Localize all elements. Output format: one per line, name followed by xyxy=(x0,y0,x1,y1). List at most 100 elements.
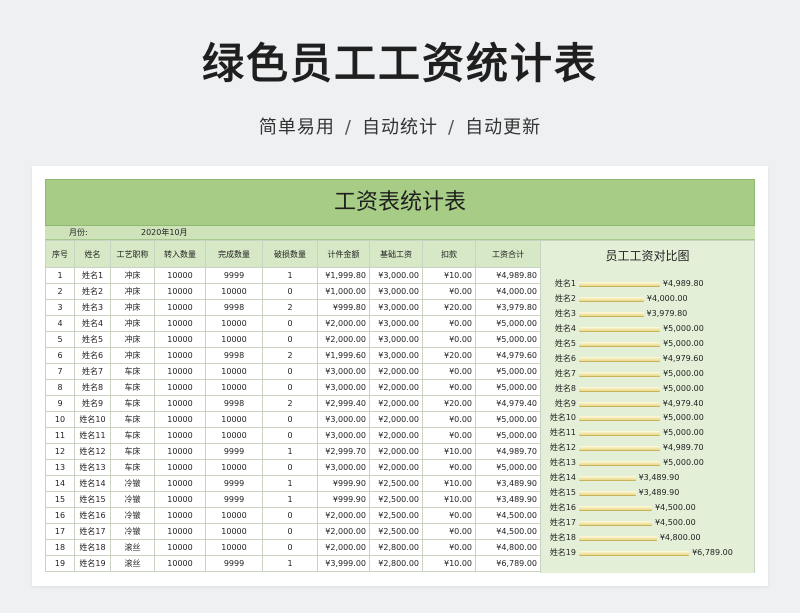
table-cell[interactable]: ¥2,000.00 xyxy=(369,411,423,428)
table-cell[interactable]: 9999 xyxy=(205,443,263,460)
table-cell[interactable]: 10000 xyxy=(154,539,206,556)
table-cell[interactable]: 冷镦 xyxy=(110,523,155,540)
table-cell[interactable]: 10000 xyxy=(154,523,206,540)
table-cell[interactable]: 10000 xyxy=(154,283,206,300)
month-value[interactable]: 2020年10月 xyxy=(141,226,188,239)
table-cell[interactable]: ¥999.90 xyxy=(317,491,370,508)
table-cell[interactable]: 13 xyxy=(45,459,75,476)
table-cell[interactable]: ¥3,000.00 xyxy=(317,427,370,444)
table-cell[interactable]: ¥2,000.00 xyxy=(369,459,423,476)
table-cell[interactable]: 车床 xyxy=(110,363,155,380)
table-cell[interactable]: ¥2,000.00 xyxy=(317,523,370,540)
table-cell[interactable]: 10000 xyxy=(205,411,263,428)
table-cell[interactable]: ¥0.00 xyxy=(422,523,476,540)
table-cell[interactable]: ¥1,000.00 xyxy=(317,283,370,300)
table-cell[interactable]: 9999 xyxy=(205,491,263,508)
table-cell[interactable]: ¥2,000.00 xyxy=(317,539,370,556)
table-cell[interactable]: ¥2,000.00 xyxy=(369,363,423,380)
table-cell[interactable]: 10000 xyxy=(154,427,206,444)
table-cell[interactable]: 9998 xyxy=(205,299,263,316)
table-cell[interactable]: 0 xyxy=(262,331,318,348)
table-cell[interactable]: 10000 xyxy=(154,459,206,476)
table-cell[interactable]: ¥2,800.00 xyxy=(369,539,423,556)
table-cell[interactable]: ¥3,000.00 xyxy=(369,299,423,316)
table-cell[interactable]: 11 xyxy=(45,427,75,444)
table-cell[interactable]: ¥5,000.00 xyxy=(475,411,541,428)
table-cell[interactable]: 19 xyxy=(45,555,75,572)
table-cell[interactable]: 10000 xyxy=(154,507,206,524)
table-cell[interactable]: 10000 xyxy=(154,555,206,572)
table-cell[interactable]: 姓名1 xyxy=(74,267,111,284)
table-cell[interactable]: 6 xyxy=(45,347,75,364)
table-cell[interactable]: 0 xyxy=(262,523,318,540)
table-cell[interactable]: 冲床 xyxy=(110,331,155,348)
table-cell[interactable]: ¥1,999.80 xyxy=(317,267,370,284)
table-cell[interactable]: 10000 xyxy=(205,283,263,300)
table-cell[interactable]: 9998 xyxy=(205,395,263,412)
table-cell[interactable]: 姓名4 xyxy=(74,315,111,332)
table-cell[interactable]: 10000 xyxy=(154,331,206,348)
table-cell[interactable]: ¥0.00 xyxy=(422,539,476,556)
table-cell[interactable]: 10000 xyxy=(154,299,206,316)
table-cell[interactable]: 姓名7 xyxy=(74,363,111,380)
table-cell[interactable]: 1 xyxy=(262,475,318,492)
table-cell[interactable]: 10000 xyxy=(154,411,206,428)
table-cell[interactable]: 1 xyxy=(262,491,318,508)
table-cell[interactable]: ¥20.00 xyxy=(422,299,476,316)
table-cell[interactable]: 滚丝 xyxy=(110,539,155,556)
table-cell[interactable]: 0 xyxy=(262,411,318,428)
table-cell[interactable]: 10000 xyxy=(154,491,206,508)
table-cell[interactable]: 冷镦 xyxy=(110,507,155,524)
table-cell[interactable]: ¥2,000.00 xyxy=(369,379,423,396)
table-cell[interactable]: 9998 xyxy=(205,347,263,364)
table-cell[interactable]: ¥3,000.00 xyxy=(317,459,370,476)
table-cell[interactable]: ¥10.00 xyxy=(422,443,476,460)
table-cell[interactable]: 8 xyxy=(45,379,75,396)
table-cell[interactable]: ¥4,000.00 xyxy=(475,283,541,300)
table-cell[interactable]: ¥3,000.00 xyxy=(317,411,370,428)
table-cell[interactable]: 10000 xyxy=(154,347,206,364)
table-cell[interactable]: 冷镦 xyxy=(110,491,155,508)
table-cell[interactable]: ¥4,500.00 xyxy=(475,507,541,524)
table-cell[interactable]: 滚丝 xyxy=(110,555,155,572)
table-cell[interactable]: 车床 xyxy=(110,411,155,428)
table-cell[interactable]: 冲床 xyxy=(110,315,155,332)
table-cell[interactable]: ¥5,000.00 xyxy=(475,379,541,396)
table-cell[interactable]: ¥4,989.70 xyxy=(475,443,541,460)
table-cell[interactable]: 姓名15 xyxy=(74,491,111,508)
table-cell[interactable]: ¥3,000.00 xyxy=(369,267,423,284)
table-cell[interactable]: 姓名5 xyxy=(74,331,111,348)
table-cell[interactable]: ¥999.90 xyxy=(317,475,370,492)
table-cell[interactable]: ¥0.00 xyxy=(422,283,476,300)
table-cell[interactable]: 7 xyxy=(45,363,75,380)
table-cell[interactable]: 姓名12 xyxy=(74,443,111,460)
table-cell[interactable]: ¥3,999.00 xyxy=(317,555,370,572)
table-cell[interactable]: ¥0.00 xyxy=(422,411,476,428)
table-cell[interactable]: ¥3,489.90 xyxy=(475,475,541,492)
table-cell[interactable]: 姓名16 xyxy=(74,507,111,524)
table-cell[interactable]: ¥0.00 xyxy=(422,427,476,444)
table-cell[interactable]: 1 xyxy=(262,267,318,284)
table-cell[interactable]: 1 xyxy=(262,443,318,460)
table-cell[interactable]: ¥0.00 xyxy=(422,507,476,524)
table-cell[interactable]: ¥3,489.90 xyxy=(475,491,541,508)
table-cell[interactable]: 10000 xyxy=(154,267,206,284)
table-cell[interactable]: ¥3,000.00 xyxy=(317,379,370,396)
table-cell[interactable]: ¥2,000.00 xyxy=(317,331,370,348)
table-cell[interactable]: 姓名9 xyxy=(74,395,111,412)
table-cell[interactable]: ¥2,500.00 xyxy=(369,507,423,524)
table-cell[interactable]: 10000 xyxy=(154,395,206,412)
table-cell[interactable]: 17 xyxy=(45,523,75,540)
table-cell[interactable]: 9999 xyxy=(205,555,263,572)
table-cell[interactable]: ¥3,000.00 xyxy=(369,315,423,332)
table-cell[interactable]: 1 xyxy=(262,555,318,572)
table-cell[interactable]: ¥0.00 xyxy=(422,331,476,348)
table-cell[interactable]: ¥4,989.80 xyxy=(475,267,541,284)
table-cell[interactable]: 冲床 xyxy=(110,299,155,316)
table-cell[interactable]: ¥2,000.00 xyxy=(369,443,423,460)
table-cell[interactable]: 15 xyxy=(45,491,75,508)
table-cell[interactable]: ¥2,000.00 xyxy=(317,507,370,524)
table-cell[interactable]: 0 xyxy=(262,507,318,524)
table-cell[interactable]: 2 xyxy=(262,299,318,316)
table-cell[interactable]: ¥2,000.00 xyxy=(369,395,423,412)
